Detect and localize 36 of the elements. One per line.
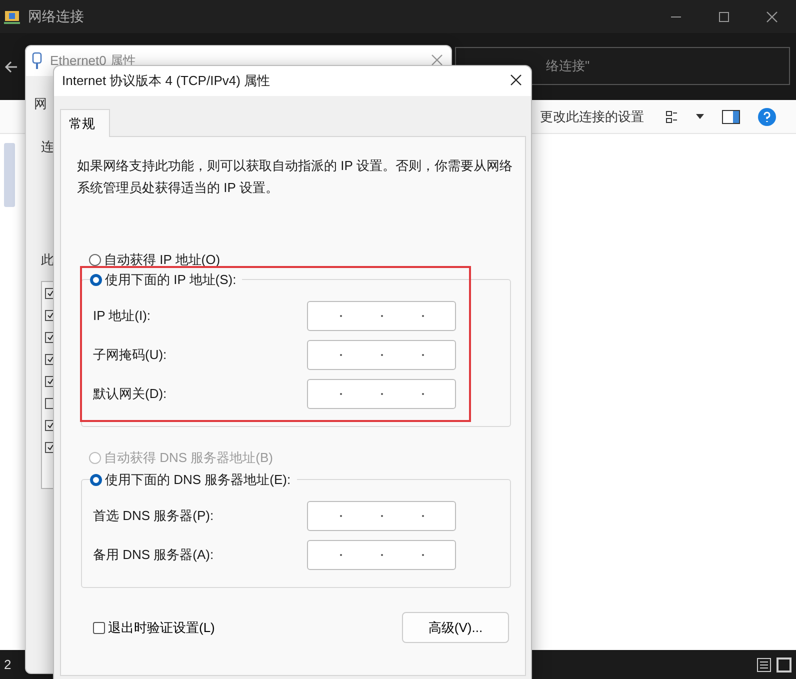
help-icon[interactable]	[758, 108, 776, 126]
tab[interactable]: 常规	[60, 109, 110, 137]
tab-label[interactable]: 网	[34, 95, 47, 113]
ip-address-field[interactable]	[307, 379, 456, 409]
field-label: 子网掩码(U):	[93, 346, 168, 364]
ethernet-plug-icon	[32, 52, 42, 70]
details-view-icon[interactable]	[756, 656, 772, 672]
maximize-icon	[718, 10, 730, 22]
ip-address-field[interactable]	[307, 540, 456, 570]
window-title: 网络连接	[28, 8, 84, 26]
close-icon	[510, 74, 522, 86]
item-count: 2	[4, 657, 12, 672]
description-text: 如果网络支持此功能，则可以获取自动指派的 IP 设置。否则，你需要从网络系统管理员处获得适当的 IP 设置。	[77, 157, 514, 197]
tiles-view-icon[interactable]	[776, 656, 792, 672]
radio-option[interactable]: 自动获得 IP 地址(O)	[89, 251, 220, 269]
field-label: 备用 DNS 服务器(A):	[93, 546, 215, 564]
dialog-title: Internet 协议版本 4 (TCP/IPv4) 属性	[62, 72, 270, 90]
change-settings-command[interactable]: 更改此连接的设置	[540, 108, 644, 126]
dropdown-caret-icon[interactable]	[696, 114, 704, 119]
back-arrow-icon[interactable]	[4, 60, 18, 74]
advanced-button[interactable]: 高级(V)...	[402, 612, 509, 643]
close-icon	[431, 54, 443, 66]
ip-address-field[interactable]	[307, 301, 456, 331]
section-label: 连	[41, 138, 54, 156]
field-label: IP 地址(I):	[93, 307, 152, 325]
ip-address-field[interactable]	[307, 340, 456, 370]
field-label: 首选 DNS 服务器(P):	[93, 507, 215, 525]
network-folder-icon	[4, 8, 20, 24]
close-icon	[766, 10, 778, 22]
view-options-icon[interactable]	[666, 110, 678, 122]
close-button[interactable]	[509, 74, 523, 88]
field-label: 默认网关(D):	[93, 385, 168, 403]
section-label: 此	[41, 251, 54, 269]
ip-address-field[interactable]	[307, 501, 456, 531]
validate-checkbox[interactable]: 退出时验证设置(L)	[93, 618, 215, 636]
preview-pane-icon[interactable]	[722, 110, 740, 124]
